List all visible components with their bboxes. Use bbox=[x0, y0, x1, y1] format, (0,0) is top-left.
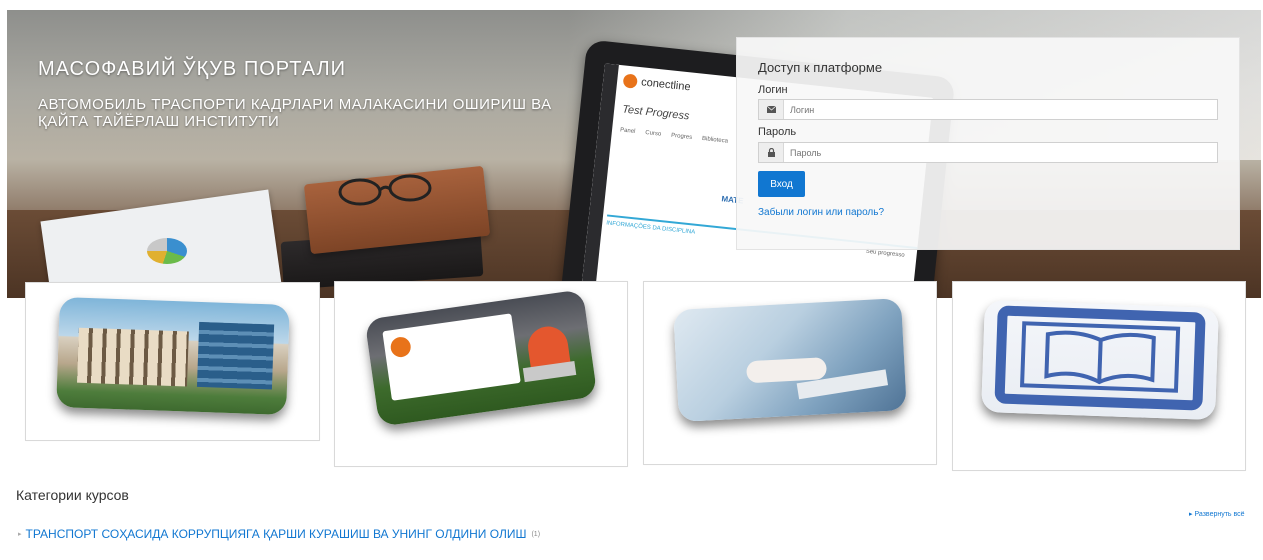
course-card-library[interactable] bbox=[952, 281, 1246, 471]
category-item[interactable]: ▸ ТРАНСПОРТ СОҲАСИДА КОРРУПЦИЯГА ҚАРШИ К… bbox=[18, 527, 540, 541]
tablet-tab: Biblioteca bbox=[701, 135, 729, 145]
tablet-brand-label: conectline bbox=[640, 76, 692, 94]
categories-heading: Категории курсов bbox=[16, 487, 129, 503]
login-title: Доступ к платформе bbox=[758, 60, 883, 75]
expand-all-link[interactable]: ▸ Развернуть всё bbox=[1189, 510, 1245, 518]
tablet-tab: Progres bbox=[670, 132, 693, 141]
username-label: Логин bbox=[758, 84, 788, 96]
hand-left bbox=[746, 357, 828, 384]
expand-all-label: Развернуть всё bbox=[1194, 511, 1245, 518]
student-laptop-image bbox=[364, 289, 598, 427]
tablet-heading: Test Progress bbox=[621, 103, 690, 123]
elearning-screen bbox=[382, 313, 521, 401]
tablet-tab: Curso bbox=[644, 129, 662, 138]
open-book-icon bbox=[994, 305, 1206, 411]
course-card-institute[interactable] bbox=[25, 282, 320, 441]
password-label: Пароль bbox=[758, 126, 797, 138]
triangle-right-icon: ▸ bbox=[18, 531, 22, 538]
tablet-progress-label: Seu progresso bbox=[865, 248, 905, 259]
password-input[interactable] bbox=[784, 146, 1212, 159]
library-image bbox=[981, 299, 1219, 421]
category-label: ТРАНСПОРТ СОҲАСИДА КОРРУПЦИЯГА ҚАРШИ КУР… bbox=[25, 527, 527, 541]
conectline-logo-icon bbox=[622, 73, 638, 89]
glasses-icon bbox=[338, 174, 432, 206]
course-card-online[interactable] bbox=[643, 281, 937, 465]
course-card-elearning[interactable] bbox=[334, 281, 628, 467]
hero-pie-chart-image bbox=[147, 238, 187, 264]
login-button[interactable]: Вход bbox=[758, 171, 805, 197]
building-facade bbox=[77, 327, 189, 387]
envelope-icon bbox=[759, 100, 784, 119]
tablet-tabs: Panel Curso Progres Biblioteca bbox=[620, 127, 728, 144]
password-field[interactable] bbox=[758, 142, 1218, 163]
lock-icon bbox=[759, 143, 784, 162]
page-title: МАСОФАВИЙ ЎҚУВ ПОРТАЛИ bbox=[38, 58, 347, 80]
username-input[interactable] bbox=[784, 103, 1212, 116]
institute-building-image bbox=[56, 297, 290, 415]
elearning-logo-icon bbox=[389, 335, 412, 359]
tablet-info-label: INFORMAÇÕES DA DISCIPLINA bbox=[605, 220, 696, 236]
institute-name: АВТОМОБИЛЬ ТРАСПОРТИ КАДРЛАРИ МАЛАКАСИНИ… bbox=[38, 96, 552, 130]
tablet-tab: Panel bbox=[619, 127, 636, 135]
category-count: (1) bbox=[531, 530, 541, 538]
hands-keyboard-image bbox=[673, 298, 907, 422]
username-field[interactable] bbox=[758, 99, 1218, 120]
tablet-brand: conectline bbox=[622, 73, 692, 94]
login-panel: Доступ к платформе Логин Пароль Вход Заб… bbox=[736, 37, 1240, 250]
building-glass bbox=[196, 321, 275, 390]
forgot-password-link[interactable]: Забыли логин или пароль? bbox=[758, 207, 884, 218]
